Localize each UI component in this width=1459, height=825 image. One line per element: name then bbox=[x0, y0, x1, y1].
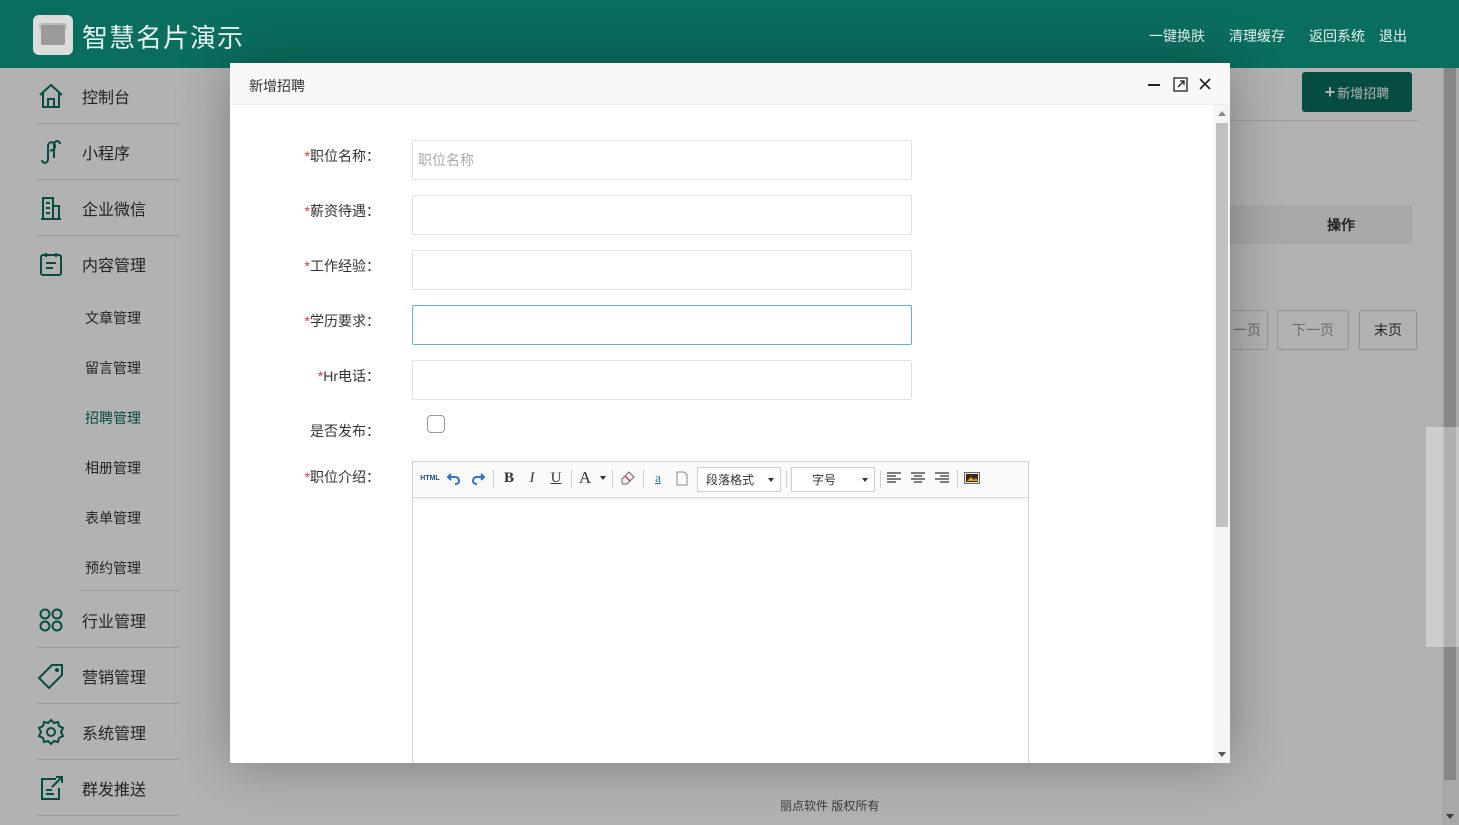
header-links: 一键换肤 清理缓存 返回系统 退出 bbox=[1125, 26, 1407, 46]
eraser-icon[interactable] bbox=[619, 468, 637, 488]
undo-icon[interactable] bbox=[445, 468, 463, 488]
align-right-icon[interactable] bbox=[933, 468, 951, 488]
editor-toolbar: HTML B I U A a 段落格式 字号 bbox=[413, 462, 1028, 498]
overlay-strip bbox=[1426, 427, 1459, 647]
paragraph-format-select[interactable]: 段落格式 bbox=[697, 467, 781, 492]
dialog-header: 新增招聘 bbox=[230, 63, 1230, 105]
clear-cache-link[interactable]: 清理缓存 bbox=[1229, 26, 1285, 46]
logout-link[interactable]: 退出 bbox=[1379, 26, 1407, 46]
intro-label: *职位介绍： bbox=[304, 469, 380, 485]
education-label: *学历要求： bbox=[304, 313, 380, 329]
salary-label: *薪资待遇： bbox=[304, 203, 380, 219]
top-header: 智慧名片演示 一键换肤 清理缓存 返回系统 退出 bbox=[0, 0, 1459, 68]
add-recruitment-dialog: 新增招聘 *职位名称： *薪资待遇： *工作经验： *学历要求： *Hr电话： … bbox=[230, 63, 1230, 763]
experience-label: *工作经验： bbox=[304, 258, 380, 274]
logo-icon bbox=[33, 15, 73, 55]
position-name-input[interactable] bbox=[412, 140, 912, 180]
close-icon[interactable] bbox=[1196, 75, 1214, 93]
publish-label: 是否发布： bbox=[310, 423, 380, 439]
italic-button[interactable]: I bbox=[523, 468, 541, 488]
experience-input[interactable] bbox=[412, 250, 912, 290]
font-color-button[interactable]: A bbox=[578, 468, 592, 488]
app-title: 智慧名片演示 bbox=[82, 23, 245, 53]
maximize-icon[interactable] bbox=[1171, 75, 1189, 93]
hr-phone-label: *Hr电话： bbox=[317, 368, 380, 384]
dialog-title: 新增招聘 bbox=[249, 78, 305, 94]
skin-switch-link[interactable]: 一键换肤 bbox=[1149, 26, 1205, 46]
rich-text-editor: HTML B I U A a 段落格式 字号 bbox=[412, 461, 1029, 763]
minimize-icon[interactable] bbox=[1145, 75, 1163, 93]
dialog-scrollbar[interactable] bbox=[1214, 105, 1230, 763]
font-size-select[interactable]: 字号 bbox=[791, 467, 875, 492]
dialog-body: *职位名称： *薪资待遇： *工作经验： *学历要求： *Hr电话： 是否发布：… bbox=[230, 105, 1230, 763]
chevron-down-icon[interactable] bbox=[598, 468, 608, 488]
align-center-icon[interactable] bbox=[909, 468, 927, 488]
salary-input[interactable] bbox=[412, 195, 912, 235]
underline-button[interactable]: U bbox=[547, 468, 565, 488]
blank-page-icon[interactable] bbox=[673, 468, 691, 488]
education-input[interactable] bbox=[412, 305, 912, 345]
hr-phone-input[interactable] bbox=[412, 360, 912, 400]
position-name-label: *职位名称： bbox=[304, 148, 380, 164]
anchor-button[interactable]: a bbox=[649, 468, 667, 488]
image-icon[interactable] bbox=[963, 468, 981, 488]
bold-button[interactable]: B bbox=[500, 468, 518, 488]
html-source-button[interactable]: HTML bbox=[419, 468, 441, 488]
redo-icon[interactable] bbox=[469, 468, 487, 488]
align-left-icon[interactable] bbox=[885, 468, 903, 488]
back-system-link[interactable]: 返回系统 bbox=[1309, 26, 1365, 46]
publish-checkbox[interactable] bbox=[427, 415, 445, 433]
